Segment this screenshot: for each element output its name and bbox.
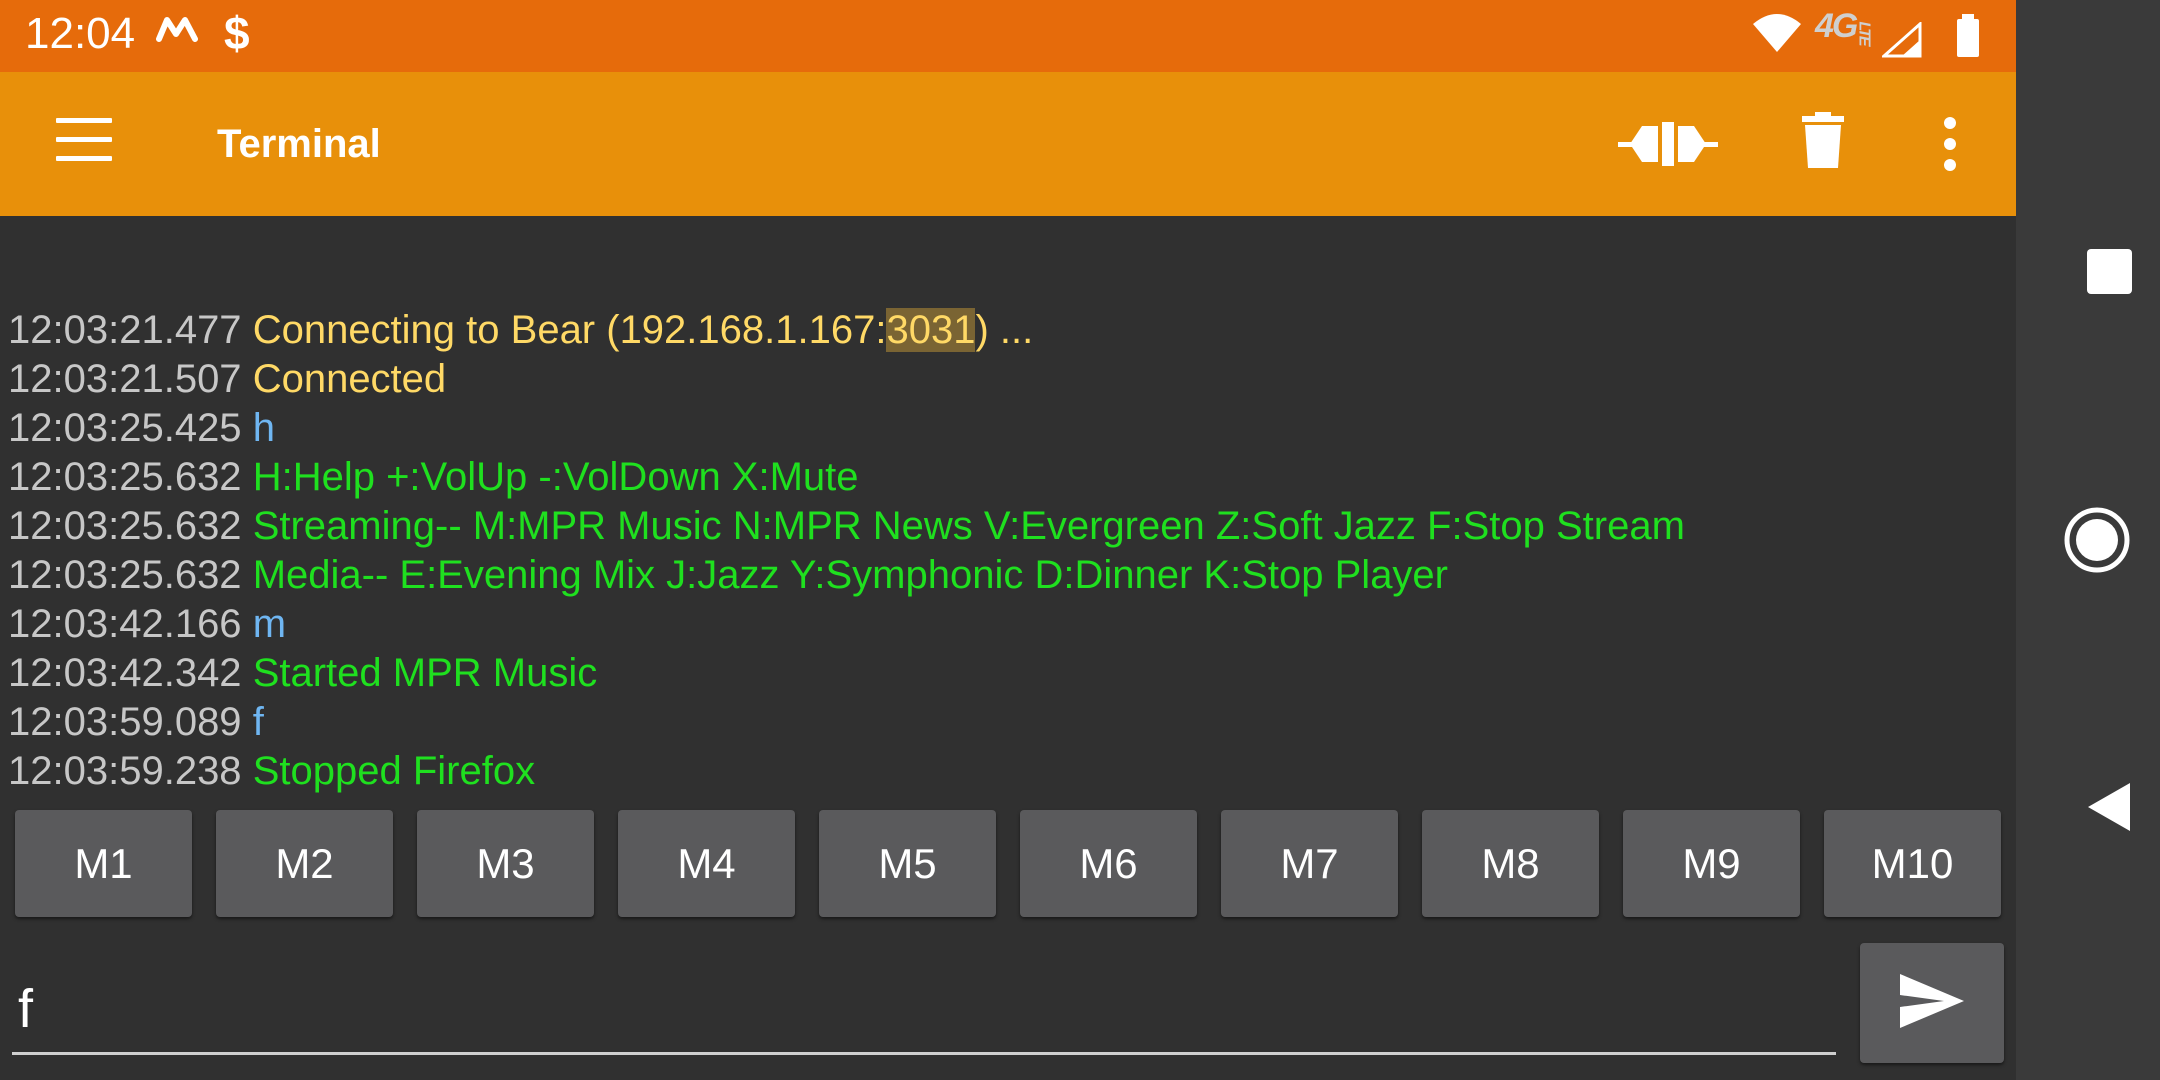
terminal-line: 12:03:42.166 m (8, 600, 1998, 649)
terminal-line: 12:03:42.342 Started MPR Music (8, 649, 1998, 698)
line-timestamp: 12:03:25.632 (8, 504, 242, 548)
delete-icon[interactable] (1802, 112, 1844, 173)
terminal-output: 12:03:21.477 Connecting to Bear (192.168… (8, 306, 1998, 796)
line-text: Connecting to Bear (192.168.1.167:3031) … (252, 308, 1034, 352)
line-text: Started MPR Music (252, 651, 598, 695)
line-timestamp: 12:03:25.425 (8, 406, 242, 450)
line-text: H:Help +:VolUp -:VolDown X:Mute (252, 455, 859, 499)
line-timestamp: 12:03:21.507 (8, 357, 242, 401)
wifi-icon (1752, 12, 1802, 59)
search-highlight: 3031 (886, 308, 976, 352)
battery-icon (1955, 14, 1981, 63)
recents-icon[interactable] (2087, 249, 2132, 294)
line-text: m (252, 602, 287, 646)
dollar-notification-icon: $ (224, 7, 250, 59)
macro-button-m7[interactable]: M7 (1221, 810, 1398, 917)
hamburger-menu-icon[interactable] (56, 118, 112, 166)
signal-icon (1880, 20, 1922, 63)
line-timestamp: 12:03:25.632 (8, 553, 242, 597)
system-nav-bar (2016, 0, 2160, 1080)
macro-button-m3[interactable]: M3 (417, 810, 594, 917)
status-bar: 12:04 $ 4GLTE (0, 0, 2016, 72)
macro-button-m6[interactable]: M6 (1020, 810, 1197, 917)
back-icon[interactable] (2086, 781, 2132, 838)
macro-button-m2[interactable]: M2 (216, 810, 393, 917)
terminal-line: 12:03:59.238 Stopped Firefox (8, 747, 1998, 796)
line-text: Connected (252, 357, 447, 401)
send-icon (1898, 972, 1966, 1035)
line-timestamp: 12:03:42.342 (8, 651, 242, 695)
line-timestamp: 12:03:59.238 (8, 749, 242, 793)
line-text: h (252, 406, 275, 450)
screen: 12:04 $ 4GLTE Terminal 12:03:21.477 Conn… (0, 0, 2160, 1080)
macro-button-m10[interactable]: M10 (1824, 810, 2001, 917)
network-label: 4G (1815, 7, 1858, 45)
line-timestamp: 12:03:25.632 (8, 455, 242, 499)
terminal-line: 12:03:25.632 H:Help +:VolUp -:VolDown X:… (8, 453, 1998, 502)
terminal-line: 12:03:25.632 Streaming-- M:MPR Music N:M… (8, 502, 1998, 551)
more-options-icon[interactable] (1936, 116, 1964, 177)
home-icon[interactable] (2063, 506, 2131, 579)
m-notification-icon (156, 16, 200, 47)
terminal-line: 12:03:25.425 h (8, 404, 1998, 453)
network-type-label: 4GLTE (1815, 7, 1875, 46)
line-timestamp: 12:03:21.477 (8, 308, 242, 352)
line-text: f (252, 700, 264, 744)
macro-button-m9[interactable]: M9 (1623, 810, 1800, 917)
macro-button-m8[interactable]: M8 (1422, 810, 1599, 917)
command-input[interactable] (12, 965, 1836, 1055)
line-text-post: ) ... (975, 308, 1034, 352)
macro-button-m5[interactable]: M5 (819, 810, 996, 917)
line-text: Media-- E:Evening Mix J:Jazz Y:Symphonic… (252, 553, 1448, 597)
terminal-line: 12:03:21.477 Connecting to Bear (192.168… (8, 306, 1998, 355)
connect-icon[interactable] (1618, 116, 1718, 177)
macro-button-m4[interactable]: M4 (618, 810, 795, 917)
send-button[interactable] (1860, 943, 2004, 1063)
network-sublabel: LTE (1855, 21, 1873, 45)
line-timestamp: 12:03:59.089 (8, 700, 242, 744)
line-text: Stopped Firefox (252, 749, 536, 793)
line-text: Streaming-- M:MPR Music N:MPR News V:Eve… (252, 504, 1685, 548)
line-timestamp: 12:03:42.166 (8, 602, 242, 646)
macro-button-bar: M1 M2 M3 M4 M5 M6 M7 M8 M9 M10 (15, 810, 2005, 917)
terminal-line: 12:03:21.507 Connected (8, 355, 1998, 404)
terminal-line: 12:03:59.089 f (8, 698, 1998, 747)
macro-button-m1[interactable]: M1 (15, 810, 192, 917)
terminal-line: 12:03:25.632 Media-- E:Evening Mix J:Jaz… (8, 551, 1998, 600)
line-text-pre: Connecting to Bear (192.168.1.167: (252, 308, 887, 352)
page-title: Terminal (217, 122, 381, 166)
app-bar: Terminal (0, 72, 2016, 216)
status-time: 12:04 (25, 9, 136, 58)
